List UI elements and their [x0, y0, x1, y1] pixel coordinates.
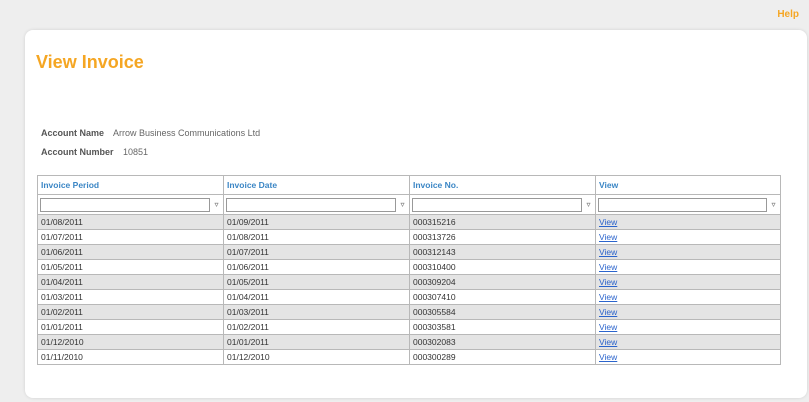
view-link[interactable]: View: [599, 352, 617, 362]
view-link[interactable]: View: [599, 277, 617, 287]
column-header-view[interactable]: View: [595, 175, 781, 195]
account-name-value: Arrow Business Communications Ltd: [113, 128, 261, 138]
view-link[interactable]: View: [599, 337, 617, 347]
view-cell: View: [595, 274, 781, 290]
table-row: 01/05/2011 01/06/2011 000310400 View: [37, 259, 781, 275]
invoice-period-cell: 01/07/2011: [37, 229, 224, 245]
table-row: 01/06/2011 01/07/2011 000312143 View: [37, 244, 781, 260]
invoice-table: Invoice Period Invoice Date Invoice No. …: [37, 175, 781, 365]
invoice-date-cell: 01/04/2011: [223, 289, 410, 305]
table-row: 01/07/2011 01/08/2011 000313726 View: [37, 229, 781, 245]
invoice-period-cell: 01/06/2011: [37, 244, 224, 260]
filter-icon[interactable]: ▿: [212, 200, 221, 209]
view-link[interactable]: View: [599, 292, 617, 302]
invoice-date-cell: 01/12/2010: [223, 349, 410, 365]
filter-icon[interactable]: ▿: [584, 200, 593, 209]
invoice-period-filter-input[interactable]: [40, 197, 210, 212]
view-cell: View: [595, 334, 781, 350]
table-row: 01/02/2011 01/03/2011 000305584 View: [37, 304, 781, 320]
invoice-period-cell: 01/08/2011: [37, 214, 224, 230]
view-link[interactable]: View: [599, 247, 617, 257]
view-cell: View: [595, 289, 781, 305]
view-cell: View: [595, 349, 781, 365]
view-cell: View: [595, 259, 781, 275]
invoice-number-cell: 000302083: [409, 334, 596, 350]
invoice-period-cell: 01/03/2011: [37, 289, 224, 305]
invoice-panel: View Invoice Account Name Arrow Business…: [25, 30, 807, 398]
table-row: 01/11/2010 01/12/2010 000300289 View: [37, 349, 781, 365]
table-row: 01/03/2011 01/04/2011 000307410 View: [37, 289, 781, 305]
invoice-number-cell: 000307410: [409, 289, 596, 305]
invoice-period-cell: 01/12/2010: [37, 334, 224, 350]
account-name-row: Account Name Arrow Business Communicatio…: [41, 128, 260, 138]
invoice-date-cell: 01/09/2011: [223, 214, 410, 230]
view-cell: View: [595, 244, 781, 260]
filter-cell: ▿: [409, 194, 596, 215]
table-row: 01/12/2010 01/01/2011 000302083 View: [37, 334, 781, 350]
view-filter-input[interactable]: [598, 197, 767, 212]
invoice-number-cell: 000309204: [409, 274, 596, 290]
filter-cell: ▿: [223, 194, 410, 215]
invoice-date-cell: 01/07/2011: [223, 244, 410, 260]
invoice-rows: 01/08/2011 01/09/2011 000315216 View 01/…: [37, 214, 781, 365]
invoice-number-cell: 000300289: [409, 349, 596, 365]
invoice-date-cell: 01/05/2011: [223, 274, 410, 290]
table-header-row: Invoice Period Invoice Date Invoice No. …: [37, 175, 781, 195]
filter-row: ▿ ▿ ▿ ▿: [37, 194, 781, 215]
invoice-date-cell: 01/03/2011: [223, 304, 410, 320]
view-link[interactable]: View: [599, 262, 617, 272]
invoice-period-cell: 01/05/2011: [37, 259, 224, 275]
filter-cell: ▿: [37, 194, 224, 215]
view-cell: View: [595, 214, 781, 230]
view-link[interactable]: View: [599, 307, 617, 317]
invoice-period-cell: 01/02/2011: [37, 304, 224, 320]
invoice-period-cell: 01/04/2011: [37, 274, 224, 290]
view-link[interactable]: View: [599, 232, 617, 242]
view-cell: View: [595, 229, 781, 245]
column-header-invoice-date[interactable]: Invoice Date: [223, 175, 410, 195]
account-number-label: Account Number: [41, 147, 114, 157]
invoice-date-filter-input[interactable]: [226, 197, 396, 212]
invoice-number-cell: 000312143: [409, 244, 596, 260]
help-link[interactable]: Help: [777, 9, 799, 20]
invoice-date-cell: 01/01/2011: [223, 334, 410, 350]
column-header-invoice-period[interactable]: Invoice Period: [37, 175, 224, 195]
invoice-date-cell: 01/08/2011: [223, 229, 410, 245]
filter-icon[interactable]: ▿: [398, 200, 407, 209]
view-cell: View: [595, 319, 781, 335]
page-title: View Invoice: [36, 52, 144, 72]
column-header-invoice-no[interactable]: Invoice No.: [409, 175, 596, 195]
invoice-period-cell: 01/01/2011: [37, 319, 224, 335]
filter-cell: ▿: [595, 194, 781, 215]
invoice-period-cell: 01/11/2010: [37, 349, 224, 365]
account-number-row: Account Number 10851: [41, 147, 148, 157]
invoice-number-cell: 000305584: [409, 304, 596, 320]
account-name-label: Account Name: [41, 128, 105, 138]
table-row: 01/01/2011 01/02/2011 000303581 View: [37, 319, 781, 335]
view-link[interactable]: View: [599, 217, 617, 227]
view-link[interactable]: View: [599, 322, 617, 332]
table-row: 01/04/2011 01/05/2011 000309204 View: [37, 274, 781, 290]
invoice-number-cell: 000315216: [409, 214, 596, 230]
account-number-value: 10851: [123, 147, 149, 157]
view-cell: View: [595, 304, 781, 320]
invoice-number-cell: 000313726: [409, 229, 596, 245]
invoice-date-cell: 01/02/2011: [223, 319, 410, 335]
invoice-date-cell: 01/06/2011: [223, 259, 410, 275]
invoice-number-cell: 000310400: [409, 259, 596, 275]
invoice-number-cell: 000303581: [409, 319, 596, 335]
invoice-no-filter-input[interactable]: [412, 197, 582, 212]
table-row: 01/08/2011 01/09/2011 000315216 View: [37, 214, 781, 230]
filter-icon[interactable]: ▿: [769, 200, 778, 209]
